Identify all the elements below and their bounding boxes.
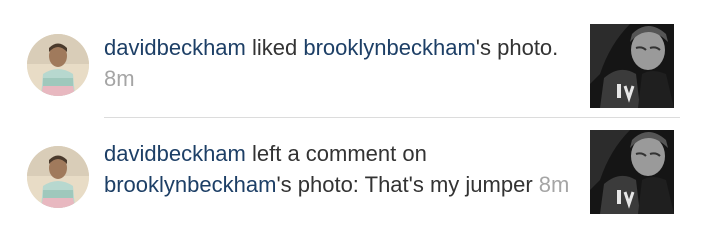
notification-text: davidbeckham left a comment on brooklynb… [104,138,574,200]
user-avatar[interactable] [27,146,89,208]
user-avatar[interactable] [27,34,89,96]
notification-text: davidbeckham liked brooklynbeckham's pho… [104,32,574,94]
suffix-text: 's photo. [475,35,559,60]
photo-thumbnail-icon [590,24,674,108]
username-link[interactable]: davidbeckham [104,141,246,166]
photo-thumbnail[interactable] [590,130,674,214]
action-text: liked [245,35,304,60]
target-username-link[interactable]: brooklynbeckham [104,172,276,197]
avatar-photo-icon [27,146,89,208]
photo-thumbnail-icon [590,130,674,214]
activity-feed: davidbeckham liked brooklynbeckham's pho… [0,0,720,252]
timestamp: 8m [538,172,570,197]
notification-item[interactable]: davidbeckham left a comment on brooklynb… [0,128,720,252]
username-link[interactable]: davidbeckham [104,35,246,60]
timestamp: 8m [104,66,135,91]
action-text: left a comment on [245,141,427,166]
divider [104,117,680,118]
avatar-photo-icon [27,34,89,96]
photo-thumbnail[interactable] [590,24,674,108]
target-username-link[interactable]: brooklynbeckham [303,35,475,60]
suffix-text: 's photo: That's my jumper [276,172,539,197]
notification-item[interactable]: davidbeckham liked brooklynbeckham's pho… [0,22,720,122]
